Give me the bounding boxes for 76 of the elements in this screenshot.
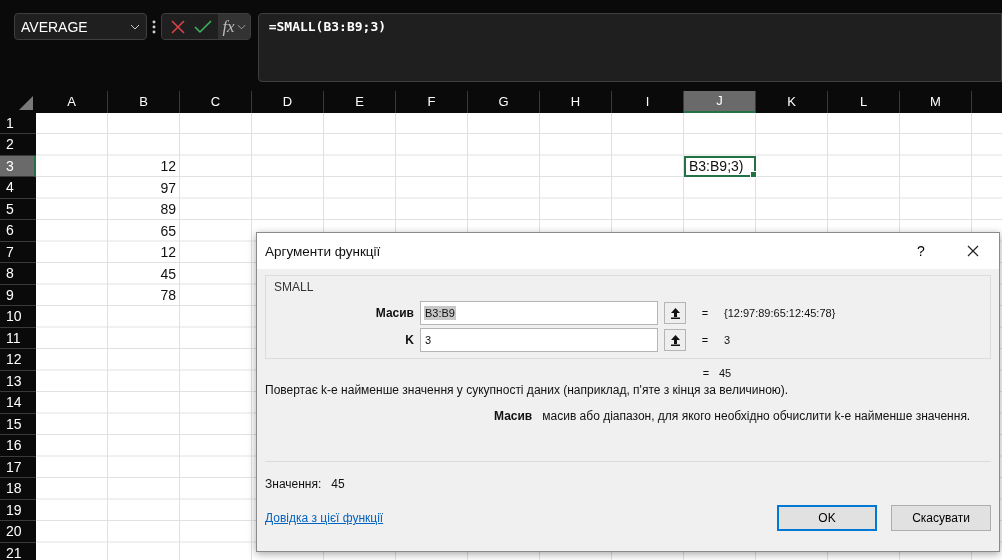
upload-arrow-icon — [669, 307, 681, 319]
row-header[interactable]: 3 — [0, 155, 36, 177]
table-cell-text: 12 — [159, 157, 177, 177]
column-header[interactable]: I — [612, 91, 684, 113]
checkmark-icon — [194, 18, 213, 35]
collapse-button[interactable] — [664, 302, 686, 324]
table-cell-text: 78 — [159, 286, 177, 306]
argument-result: {12:97:89:65:12:45:78} — [724, 307, 837, 319]
value-label: Значення: — [265, 477, 322, 491]
row-header[interactable]: 16 — [0, 435, 36, 457]
insert-function-button[interactable]: fx — [218, 14, 250, 39]
row-header[interactable]: 4 — [0, 177, 36, 199]
equals-sign: = — [701, 367, 711, 379]
cancel-button[interactable]: Скасувати — [891, 505, 991, 531]
row-header[interactable]: 18 — [0, 478, 36, 500]
close-icon — [170, 18, 187, 35]
argument-field[interactable]: 3 — [420, 328, 658, 352]
row-header[interactable]: 8 — [0, 263, 36, 285]
more-icon[interactable] — [152, 20, 157, 34]
column-header[interactable]: E — [324, 91, 396, 113]
argument-name: Масив — [494, 409, 533, 423]
table-cell-text: 65 — [159, 221, 177, 241]
help-button[interactable]: ? — [895, 233, 947, 269]
row-header[interactable]: 15 — [0, 413, 36, 435]
column-header[interactable]: G — [468, 91, 540, 113]
table-cell-text: 12 — [159, 243, 177, 263]
row-header[interactable]: 20 — [0, 521, 36, 543]
column-header[interactable]: K — [756, 91, 828, 113]
formula-result: 45 — [719, 367, 733, 379]
active-cell[interactable]: B3:B9;3) — [684, 155, 756, 177]
equals-sign: = — [700, 307, 710, 319]
name-box[interactable]: AVERAGE — [14, 13, 148, 40]
select-all-icon[interactable] — [19, 95, 33, 110]
dialog-title: Аргументи функції — [265, 243, 382, 259]
equals-sign: = — [700, 334, 710, 346]
formula-field[interactable]: =SMALL(B3:B9;3) — [257, 13, 1002, 82]
row-header[interactable]: 5 — [0, 198, 36, 220]
function-name: SMALL — [273, 279, 315, 296]
row-header[interactable]: 9 — [0, 284, 36, 306]
row-header[interactable]: 13 — [0, 370, 36, 392]
function-description: Повертає k-е найменше значення у сукупності даних (наприклад, п'яте з кінця за величиною). — [265, 382, 790, 397]
row-header[interactable]: 6 — [0, 220, 36, 242]
row-header[interactable]: 1 — [0, 112, 36, 134]
chevron-down-icon — [130, 23, 141, 30]
table-cell-text: 89 — [159, 200, 177, 220]
column-header[interactable]: F — [396, 91, 468, 113]
column-header[interactable]: M — [900, 91, 972, 113]
column-header[interactable]: B — [108, 91, 180, 113]
collapse-button[interactable] — [664, 329, 686, 351]
column-header[interactable]: A — [36, 91, 108, 113]
close-icon — [967, 245, 979, 257]
row-header[interactable]: 10 — [0, 306, 36, 328]
argument-label: K — [404, 333, 414, 347]
column-header[interactable]: C — [180, 91, 252, 113]
upload-arrow-icon — [669, 334, 681, 346]
ok-button[interactable]: OK — [777, 505, 877, 531]
column-header[interactable]: D — [252, 91, 324, 113]
argument-label: Масив — [374, 306, 414, 320]
help-link[interactable]: Довідка з цієї функції — [265, 511, 763, 525]
column-header[interactable]: H — [540, 91, 612, 113]
row-header[interactable]: 17 — [0, 456, 36, 478]
row-header[interactable]: 11 — [0, 327, 36, 349]
argument-field[interactable]: B3:B9 — [420, 301, 658, 325]
column-header[interactable]: L — [828, 91, 900, 113]
row-header[interactable]: 19 — [0, 499, 36, 521]
table-cell-text: 97 — [159, 178, 177, 198]
row-header[interactable]: 7 — [0, 241, 36, 263]
argument-result: 3 — [724, 334, 732, 346]
chevron-down-icon — [236, 23, 246, 30]
column-header[interactable]: J — [684, 91, 756, 113]
row-header[interactable]: 12 — [0, 349, 36, 371]
table-cell-text: 45 — [159, 264, 177, 284]
argument-description: масив або діапазон, для якого необхідно обчислити k-е найменше значення. — [542, 409, 971, 423]
row-header[interactable]: 2 — [0, 134, 36, 156]
value-text: 45 — [331, 477, 345, 491]
row-header[interactable]: 14 — [0, 392, 36, 414]
